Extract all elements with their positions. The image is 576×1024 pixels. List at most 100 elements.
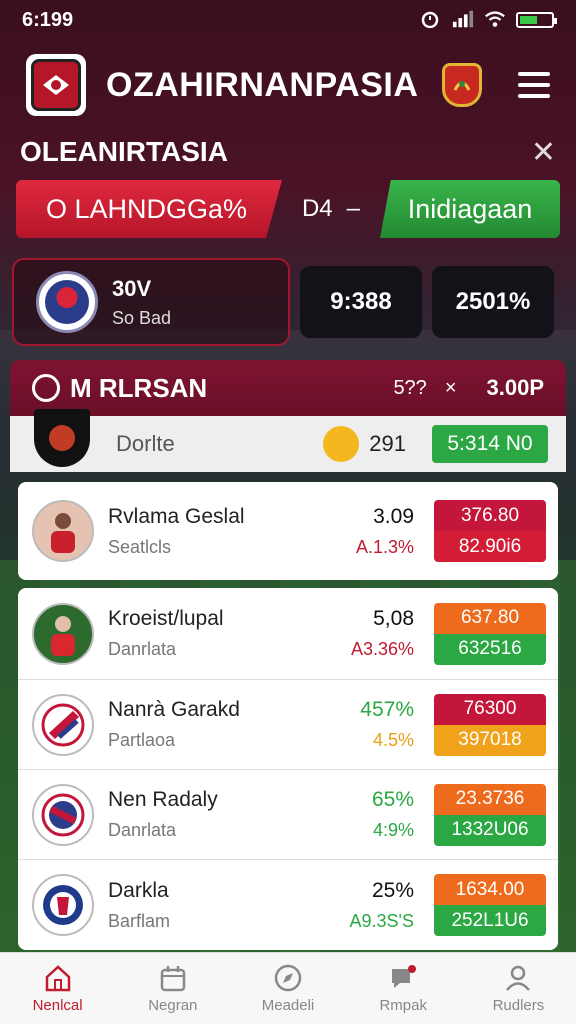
list-item[interactable]: Darkla Barflam 25% A9.3S'S 1634.00 252L1… (18, 860, 558, 950)
odds-top: 76300 (434, 693, 546, 725)
player-team: Partlaoa (108, 730, 176, 750)
odds-button[interactable]: 376.80 82.90i6 (434, 500, 546, 562)
featured-odds-button[interactable]: 5:314 N0 (432, 425, 548, 463)
odds-bottom: 632516 (434, 633, 546, 665)
league-meta: 5?? × (393, 377, 456, 400)
nav-label: Rmpak (379, 997, 427, 1014)
player-stat-primary: 5,08 (373, 607, 414, 630)
home-team-pill[interactable]: O LAHNDGGa% (16, 180, 282, 238)
stats-row: 30V So Bad 9:388 2501% (12, 258, 554, 346)
odds-button[interactable]: 637.80 632516 (434, 602, 546, 665)
nav-label: Rudlers (492, 997, 545, 1014)
nav-label: Negran (148, 997, 198, 1014)
league-close-icon[interactable]: × (445, 377, 457, 400)
app-crest-logo[interactable] (26, 54, 86, 116)
menu-icon[interactable] (518, 72, 550, 98)
player-stat-secondary: 4.5% (372, 730, 414, 750)
odds-bottom: 252L1U6 (434, 905, 546, 936)
coin-icon (323, 426, 360, 462)
app-title: OZAHIRNANPASIA (106, 65, 419, 104)
odds-bottom: 1332U06 (434, 814, 546, 846)
list-item[interactable]: Rvlama Geslal Seatlcls 3.09 A.1.3% 376.8… (18, 482, 558, 580)
odds-top: 23.3736 (434, 783, 546, 815)
player-stat-secondary: A.1.3% (355, 536, 414, 557)
nav-label: Meadeli (261, 997, 315, 1014)
player-team: Seatlcls (108, 536, 172, 557)
home-icon (43, 963, 73, 993)
nav-messages[interactable]: Rmpak (346, 953, 461, 1024)
nav-explore[interactable]: Meadeli (230, 953, 345, 1024)
compass-icon (273, 963, 303, 993)
featured-row[interactable]: Dorlte 291 5:314 N0 (10, 409, 566, 472)
player-name: Nen Radaly (108, 788, 218, 811)
list-item[interactable]: Nen Radaly Danrlata 65% 4:9% 23.3736 133… (18, 770, 558, 860)
player-team: Barflam (108, 910, 171, 931)
league-title: M RLRSAN (70, 372, 208, 403)
match-center: D4 – (282, 195, 380, 223)
list-item[interactable]: Nanrà Garakd Partlaoa 457% 4.5% 76300 39… (18, 680, 558, 770)
calendar-icon (158, 963, 188, 993)
profile-icon (503, 963, 533, 993)
odds-button[interactable]: 1634.00 252L1U6 (434, 874, 546, 936)
odds-top: 1634.00 (434, 874, 546, 905)
player-stat-secondary: A3.36% (350, 639, 414, 659)
player-stat-primary: 3.09 (373, 504, 414, 528)
odds-top: 376.80 (434, 500, 546, 531)
nav-home[interactable]: Nenlcal (0, 953, 115, 1024)
team-stat-label: So Bad (112, 307, 172, 328)
nav-schedule[interactable]: Negran (115, 953, 230, 1024)
player-stat-primary: 457% (360, 698, 414, 721)
player-team: Danrlata (108, 820, 177, 840)
club-badge-icon[interactable] (442, 63, 482, 107)
stat-box-time[interactable]: 9:388 (300, 266, 422, 338)
nav-label: Nenlcal (32, 997, 83, 1014)
team-stat-card[interactable]: 30V So Bad (12, 258, 290, 346)
player-stat-primary: 65% (371, 788, 414, 811)
league-icon (32, 374, 60, 402)
player-stat-secondary: 4:9% (372, 820, 414, 840)
featured-value: 291 (369, 431, 406, 456)
player-avatar (32, 693, 94, 756)
league-header: M RLRSAN 5?? × 3.00P (10, 360, 566, 416)
stat-box-percent[interactable]: 2501% (432, 266, 554, 338)
list-item[interactable]: Kroeist/lupal Danrlata 5,08 A3.36% 637.8… (18, 588, 558, 680)
player-team: Danrlata (108, 639, 177, 659)
match-banner: O LAHNDGGa% D4 – Inidiagaan (16, 180, 560, 238)
player-name: Kroeist/lupal (108, 607, 224, 630)
nav-profile[interactable]: Rudlers (461, 953, 576, 1024)
player-stat-secondary: A9.3S'S (349, 910, 414, 931)
league-total: 3.00P (486, 375, 545, 400)
player-name: Nanrà Garakd (108, 698, 240, 721)
odds-top: 637.80 (434, 602, 546, 634)
player-avatar (32, 874, 94, 936)
player-avatar (32, 783, 94, 846)
odds-button[interactable]: 76300 397018 (434, 693, 546, 756)
odds-bottom: 82.90i6 (434, 531, 546, 562)
bottom-nav: Nenlcal Negran Meadeli Rmpak Rudlers (0, 952, 576, 1024)
status-time: 6:199 (22, 8, 74, 31)
alarm-icon (420, 11, 442, 28)
player-avatar (32, 602, 94, 665)
team-stat-value: 30V (112, 275, 152, 301)
score-dash: – (346, 195, 361, 222)
section-title: OLEANIRTASIA (20, 136, 228, 167)
battery-icon (516, 12, 557, 28)
player-stat-primary: 25% (371, 878, 414, 902)
section-header: OLEANIRTASIA ✕ (20, 130, 556, 174)
player-avatar (32, 500, 94, 562)
player-list: Rvlama Geslal Seatlcls 3.09 A.1.3% 376.8… (18, 482, 558, 958)
wifi-icon (484, 11, 506, 28)
chat-icon (388, 963, 418, 993)
status-icons (420, 10, 557, 28)
close-icon[interactable]: ✕ (531, 135, 556, 170)
featured-club-logo (34, 409, 90, 467)
odds-button[interactable]: 23.3736 1332U06 (434, 783, 546, 846)
player-name: Rvlama Geslal (108, 504, 245, 528)
featured-name: Dorlte (116, 431, 175, 456)
status-bar: 6:199 (0, 0, 576, 40)
signal-icon (452, 10, 474, 28)
app-header: OZAHIRNANPASIA (0, 52, 576, 118)
away-team-pill[interactable]: Inidiagaan (380, 180, 560, 238)
team-logo-icon (36, 271, 98, 333)
odds-bottom: 397018 (434, 724, 546, 756)
